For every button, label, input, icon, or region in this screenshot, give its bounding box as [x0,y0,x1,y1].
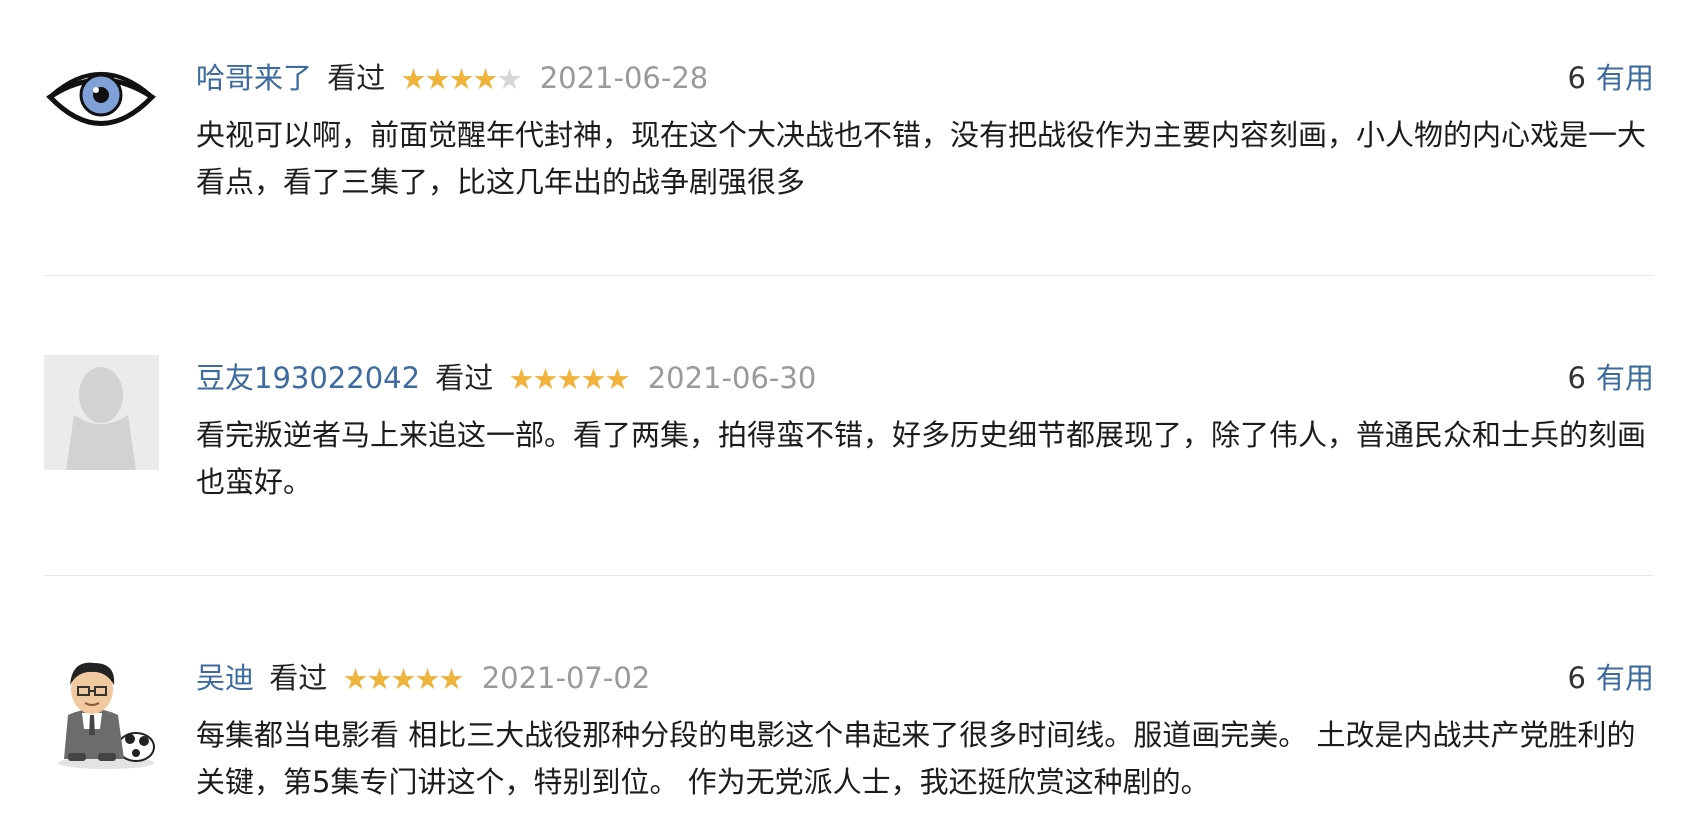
vote-count: 6 [1567,661,1586,695]
review-item: 豆友193022042 看过 ★★★★★ 2021-06-30 6 有用 看完叛逆… [44,355,1654,499]
star-filled-icon: ★ [580,362,607,396]
useful-button[interactable]: 有用 [1596,361,1654,395]
star-rating: ★★★★★ [400,56,522,102]
username-link[interactable]: 吴迪 [196,661,254,695]
watch-status: 看过 [327,61,386,95]
eye-icon [44,55,159,170]
star-filled-icon: ★ [604,362,631,396]
divider [44,275,1654,276]
review-item: 吴迪 看过 ★★★★★ 2021-07-02 6 有用 每集都当电影看 相比三大战… [44,655,1654,799]
review-header: 豆友193022042 看过 ★★★★★ 2021-06-30 6 有用 [196,355,1654,401]
votes: 6 有用 [1568,655,1654,701]
review-text: 每集都当电影看 相比三大战役那种分段的电影这个串起来了很多时间线。服道画完美。 … [196,718,1636,799]
star-filled-icon: ★ [472,62,498,96]
review-date: 2021-07-02 [481,661,651,695]
review-date: 2021-06-28 [539,61,709,95]
star-rating: ★★★★★ [508,356,631,402]
default-avatar[interactable] [44,355,159,470]
star-empty-icon: ★ [496,62,522,96]
votes: 6 有用 [1568,55,1654,101]
review-item: 哈哥来了 看过 ★★★★★ 2021-06-28 6 有用 央视可以啊，前面觉醒年… [44,55,1654,199]
watch-status: 看过 [435,361,494,395]
username-link[interactable]: 豆友193022042 [196,361,420,395]
user-silhouette-icon [44,355,159,470]
useful-button[interactable]: 有用 [1596,61,1654,95]
watch-status: 看过 [269,661,328,695]
star-filled-icon: ★ [448,62,474,96]
votes: 6 有用 [1568,355,1654,401]
review-text: 央视可以啊，前面觉醒年代封神，现在这个大决战也不错，没有把战役作为主要内容刻画，… [196,118,1647,199]
review-header: 哈哥来了 看过 ★★★★★ 2021-06-28 6 有用 [196,55,1654,101]
review-text: 看完叛逆者马上来追这一部。看了两集，拍得蛮不错，好多历史细节都展现了，除了伟人，… [196,418,1647,499]
vote-count: 6 [1567,361,1586,395]
star-filled-icon: ★ [532,362,559,396]
star-filled-icon: ★ [342,662,368,696]
star-filled-icon: ★ [556,362,583,396]
star-filled-icon: ★ [438,662,464,696]
review-header: 吴迪 看过 ★★★★★ 2021-07-02 6 有用 [196,655,1654,701]
useful-button[interactable]: 有用 [1596,661,1654,695]
star-filled-icon: ★ [400,62,426,96]
star-filled-icon: ★ [390,662,416,696]
review-date: 2021-06-30 [647,361,817,395]
cartoon-person-icon [44,655,159,770]
star-filled-icon: ★ [414,662,440,696]
eye-avatar[interactable] [44,55,159,170]
username-link[interactable]: 哈哥来了 [196,61,312,95]
star-filled-icon: ★ [508,362,535,396]
cartoon-person-avatar[interactable] [44,655,159,770]
vote-count: 6 [1567,61,1586,95]
divider [44,575,1654,576]
star-filled-icon: ★ [366,662,392,696]
star-filled-icon: ★ [424,62,450,96]
star-rating: ★★★★★ [342,656,464,702]
